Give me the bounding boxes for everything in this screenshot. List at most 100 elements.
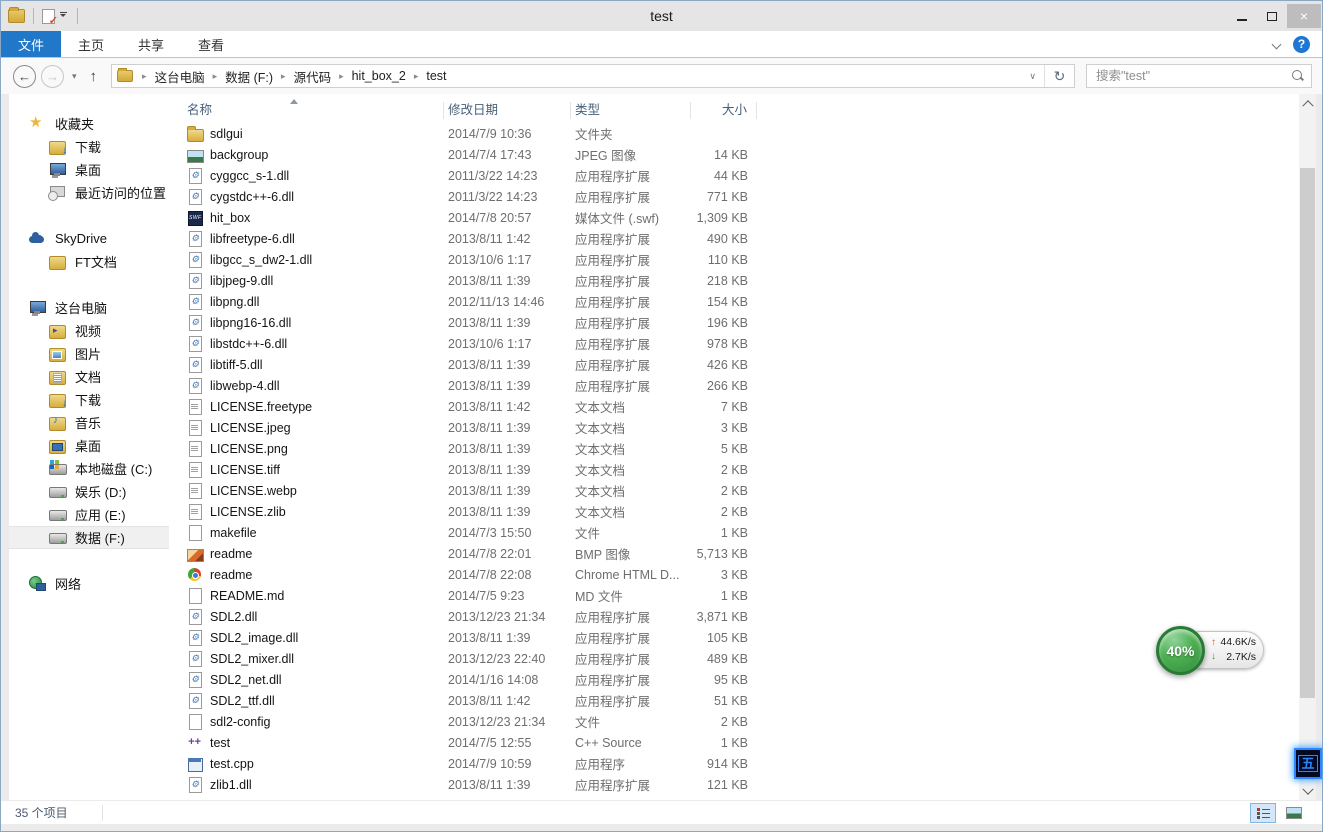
table-row[interactable]: SDL2_image.dll 2013/8/11 1:39 应用程序扩展 105… xyxy=(187,627,1299,648)
column-header-type[interactable]: 类型 xyxy=(571,102,691,119)
sidebar-item-音乐[interactable]: 音乐 xyxy=(9,411,169,434)
sidebar-item-桌面[interactable]: 桌面 xyxy=(9,158,169,181)
table-row[interactable]: backgroup 2014/7/4 17:43 JPEG 图像 14 KB xyxy=(187,144,1299,165)
table-row[interactable]: test 2014/7/5 12:55 C++ Source 1 KB xyxy=(187,732,1299,753)
breadcrumb-item[interactable]: 这台电脑 xyxy=(150,67,210,86)
maximize-icon xyxy=(1267,11,1277,21)
forward-button[interactable]: → xyxy=(41,64,64,88)
table-row[interactable]: libstdc++-6.dll 2013/10/6 1:17 应用程序扩展 97… xyxy=(187,333,1299,354)
search-icon[interactable] xyxy=(1292,70,1304,82)
table-row[interactable]: libfreetype-6.dll 2013/8/11 1:42 应用程序扩展 … xyxy=(187,228,1299,249)
details-view-button[interactable] xyxy=(1250,802,1276,823)
table-row[interactable]: readme 2014/7/8 22:08 Chrome HTML D... 3… xyxy=(187,564,1299,585)
breadcrumb-item[interactable]: test xyxy=(421,69,451,83)
dll-file-icon xyxy=(187,629,203,646)
sidebar-group-favorites[interactable]: 收藏夹 xyxy=(9,111,169,135)
scrollbar-thumb[interactable] xyxy=(1300,168,1315,698)
search-input[interactable] xyxy=(1094,68,1292,84)
help-icon[interactable]: ? xyxy=(1293,35,1310,53)
table-row[interactable]: SDL2.dll 2013/12/23 21:34 应用程序扩展 3,871 K… xyxy=(187,606,1299,627)
table-row[interactable]: cyggcc_s-1.dll 2011/3/22 14:23 应用程序扩展 44… xyxy=(187,165,1299,186)
sidebar-item-最近访问的位置[interactable]: 最近访问的位置 xyxy=(9,181,169,204)
address-dropdown-icon[interactable]: ∨ xyxy=(1021,71,1044,82)
scrollbar-track[interactable] xyxy=(1299,111,1316,783)
table-row[interactable]: zlib1.dll 2013/8/11 1:39 应用程序扩展 121 KB xyxy=(187,774,1299,795)
up-button[interactable]: ↑ xyxy=(85,68,103,85)
sidebar-item-FT文档[interactable]: FT文档 xyxy=(9,250,169,273)
table-row[interactable]: sdl2-config 2013/12/23 21:34 文件 2 KB xyxy=(187,711,1299,732)
table-row[interactable]: readme 2014/7/8 22:01 BMP 图像 5,713 KB xyxy=(187,543,1299,564)
memory-usage-ball[interactable]: 40% xyxy=(1156,626,1205,675)
table-row[interactable]: LICENSE.jpeg 2013/8/11 1:39 文本文档 3 KB xyxy=(187,417,1299,438)
table-row[interactable]: libwebp-4.dll 2013/8/11 1:39 应用程序扩展 266 … xyxy=(187,375,1299,396)
table-row[interactable]: LICENSE.webp 2013/8/11 1:39 文本文档 2 KB xyxy=(187,480,1299,501)
sidebar-item-娱乐 (D:)[interactable]: 娱乐 (D:) xyxy=(9,480,169,503)
table-row[interactable]: hit_box 2014/7/8 20:57 媒体文件 (.swf) 1,309… xyxy=(187,207,1299,228)
file-size: 110 KB xyxy=(707,252,748,267)
history-dropdown-icon[interactable]: ▾ xyxy=(69,71,80,82)
breadcrumb-item[interactable]: hit_box_2 xyxy=(347,69,411,83)
upload-speed-row: ↑ 44.6K/s xyxy=(1211,636,1256,649)
sidebar-group-thispc[interactable]: 这台电脑 xyxy=(9,295,169,319)
breadcrumb-item[interactable]: 数据 (F:) xyxy=(220,67,278,86)
column-header-name[interactable]: 名称 xyxy=(187,99,444,119)
txt-file-icon xyxy=(187,419,203,436)
sidebar-item-桌面[interactable]: 桌面 xyxy=(9,434,169,457)
file-date: 2012/11/13 14:46 xyxy=(448,294,545,309)
breadcrumb-separator-icon: ▸ xyxy=(339,70,344,81)
tab-view[interactable]: 查看 xyxy=(181,31,241,57)
jpeg-file-icon xyxy=(187,147,204,163)
table-row[interactable]: SDL2_ttf.dll 2013/8/11 1:42 应用程序扩展 51 KB xyxy=(187,690,1299,711)
table-row[interactable]: SDL2_net.dll 2014/1/16 14:08 应用程序扩展 95 K… xyxy=(187,669,1299,690)
input-method-indicator[interactable]: 五 xyxy=(1294,748,1322,779)
table-row[interactable]: LICENSE.tiff 2013/8/11 1:39 文本文档 2 KB xyxy=(187,459,1299,480)
breadcrumb-item[interactable]: 源代码 xyxy=(289,67,337,86)
file-name: SDL2_mixer.dll xyxy=(210,651,295,666)
thumbnails-view-button[interactable] xyxy=(1281,803,1307,823)
sidebar-item-文档[interactable]: 文档 xyxy=(9,365,169,388)
table-row[interactable]: libpng.dll 2012/11/13 14:46 应用程序扩展 154 K… xyxy=(187,291,1299,312)
sidebar-group-skydrive[interactable]: SkyDrive xyxy=(9,226,169,250)
table-row[interactable]: LICENSE.zlib 2013/8/11 1:39 文本文档 2 KB xyxy=(187,501,1299,522)
minimize-button[interactable] xyxy=(1227,4,1257,28)
sidebar-item-本地磁盘 (C:)[interactable]: 本地磁盘 (C:) xyxy=(9,457,169,480)
table-row[interactable]: makefile 2014/7/3 15:50 文件 1 KB xyxy=(187,522,1299,543)
close-button[interactable]: × xyxy=(1287,4,1321,28)
table-row[interactable]: README.md 2014/7/5 9:23 MD 文件 1 KB xyxy=(187,585,1299,606)
table-row[interactable]: libjpeg-9.dll 2013/8/11 1:39 应用程序扩展 218 … xyxy=(187,270,1299,291)
column-header-size[interactable]: 大小 xyxy=(691,102,757,119)
tab-home[interactable]: 主页 xyxy=(61,31,121,57)
sidebar-item-下载[interactable]: 下载 xyxy=(9,388,169,411)
table-row[interactable]: sdlgui 2014/7/9 10:36 文件夹 xyxy=(187,123,1299,144)
collapse-ribbon-chevron-icon[interactable] xyxy=(1273,40,1281,48)
address-bar[interactable]: ▸ 这台电脑 ▸ 数据 (F:) ▸ 源代码 ▸ hit_box_2 ▸ test ∨ ↻ xyxy=(111,64,1075,88)
table-row[interactable]: libgcc_s_dw2-1.dll 2013/10/6 1:17 应用程序扩展… xyxy=(187,249,1299,270)
table-row[interactable]: test.cpp 2014/7/9 10:59 应用程序 914 KB xyxy=(187,753,1299,774)
file-type: MD 文件 xyxy=(575,590,623,604)
dll-file-icon xyxy=(187,314,203,331)
sidebar-group-network[interactable]: 网络 xyxy=(9,571,169,595)
dll-file-icon xyxy=(187,776,203,793)
scroll-up-icon[interactable] xyxy=(1299,94,1316,111)
table-row[interactable]: LICENSE.png 2013/8/11 1:39 文本文档 5 KB xyxy=(187,438,1299,459)
tab-file[interactable]: 文件 xyxy=(1,31,62,57)
refresh-button[interactable]: ↻ xyxy=(1044,65,1074,87)
sidebar-item-数据 (F:)[interactable]: 数据 (F:) xyxy=(9,526,169,549)
sidebar-item-应用 (E:)[interactable]: 应用 (E:) xyxy=(9,503,169,526)
tab-share[interactable]: 共享 xyxy=(121,31,181,57)
maximize-button[interactable] xyxy=(1257,4,1287,28)
table-row[interactable]: cygstdc++-6.dll 2011/3/22 14:23 应用程序扩展 7… xyxy=(187,186,1299,207)
table-row[interactable]: SDL2_mixer.dll 2013/12/23 22:40 应用程序扩展 4… xyxy=(187,648,1299,669)
column-header-date[interactable]: 修改日期 xyxy=(444,102,571,119)
scroll-down-icon[interactable] xyxy=(1299,783,1316,800)
table-row[interactable]: LICENSE.freetype 2013/8/11 1:42 文本文档 7 K… xyxy=(187,396,1299,417)
table-row[interactable]: libpng16-16.dll 2013/8/11 1:39 应用程序扩展 19… xyxy=(187,312,1299,333)
vertical-scrollbar[interactable] xyxy=(1299,94,1316,800)
back-button[interactable]: ← xyxy=(13,64,36,88)
sidebar-item-下载[interactable]: 下载 xyxy=(9,135,169,158)
sidebar-item-视频[interactable]: 视频 xyxy=(9,319,169,342)
sidebar-item-图片[interactable]: 图片 xyxy=(9,342,169,365)
customize-toolbar-arrow-icon[interactable] xyxy=(58,12,69,20)
table-row[interactable]: libtiff-5.dll 2013/8/11 1:39 应用程序扩展 426 … xyxy=(187,354,1299,375)
properties-icon[interactable] xyxy=(42,8,58,27)
